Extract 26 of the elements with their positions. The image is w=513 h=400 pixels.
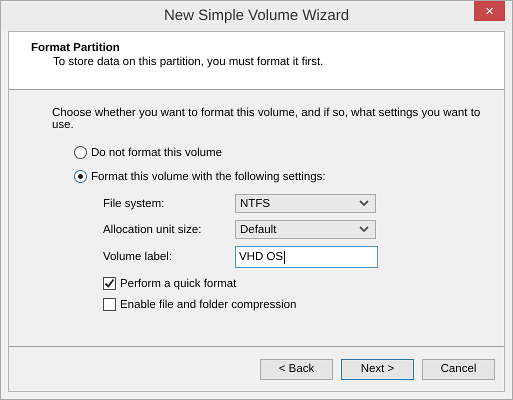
checkbox-option[interactable]: Perform a quick format: [103, 277, 236, 290]
dropdown[interactable]: NTFS: [235, 194, 376, 213]
radio-label: Do not format this volume: [91, 146, 222, 158]
dialog-button[interactable]: < Back: [260, 358, 333, 380]
dialog-button[interactable]: Cancel: [422, 358, 495, 380]
radio-button[interactable]: [74, 146, 87, 159]
field-label: Allocation unit size:: [103, 224, 202, 236]
page-subtitle: To store data on this partition, you must format it first.: [53, 56, 324, 68]
field-label: Volume label:: [103, 251, 174, 263]
radio-option[interactable]: Do not format this volume: [74, 146, 222, 159]
chevron-down-icon: [359, 200, 369, 207]
checkbox[interactable]: [103, 298, 116, 311]
checkbox[interactable]: [103, 277, 116, 290]
input-field[interactable]: VHD OS: [235, 246, 378, 268]
page-title: Format Partition: [31, 42, 121, 54]
dialog-button[interactable]: Next >: [341, 358, 414, 380]
chevron-down-icon: [359, 226, 369, 233]
window-title: New Simple Volume Wizard: [164, 7, 350, 24]
radio-button[interactable]: [74, 170, 87, 183]
close-button[interactable]: ✕: [474, 1, 505, 21]
checkbox-option[interactable]: Enable file and folder compression: [103, 298, 296, 311]
instruction-text: Choose whether you want to format this volume, and if so, what settings you want to use.: [52, 107, 482, 131]
dropdown[interactable]: Default: [235, 220, 376, 239]
checkbox-label: Enable file and folder compression: [120, 298, 296, 310]
field-label: File system:: [103, 198, 166, 210]
checkbox-label: Perform a quick format: [120, 278, 236, 290]
